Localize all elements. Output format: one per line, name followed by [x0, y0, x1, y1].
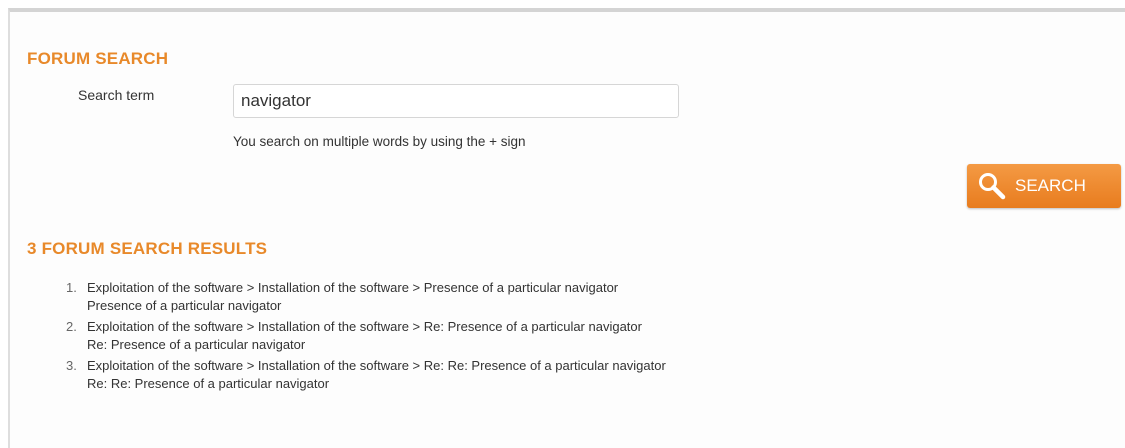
result-number: 1. [66, 280, 77, 295]
search-term-input[interactable] [233, 84, 679, 118]
result-number: 2. [66, 319, 77, 334]
result-subject: Re: Re: Presence of a particular navigat… [87, 375, 330, 391]
result-path-link[interactable]: Exploitation of the software > Installat… [87, 357, 666, 375]
forum-search-panel: FORUM SEARCH Search term You search on m… [8, 8, 1125, 448]
forum-search-title: FORUM SEARCH [27, 49, 169, 68]
result-path-link[interactable]: Exploitation of the software > Installat… [87, 318, 666, 336]
result-number: 3. [66, 358, 77, 373]
result-subject: Re: Presence of a particular navigator [87, 336, 306, 352]
search-result-item: 1. Exploitation of the software > Instal… [66, 279, 666, 314]
search-icon [979, 173, 1006, 200]
search-button-label: SEARCH [1015, 176, 1086, 195]
result-path-link[interactable]: Exploitation of the software > Installat… [87, 279, 666, 297]
search-hint: You search on multiple words by using th… [233, 134, 526, 149]
search-result-item: 2. Exploitation of the software > Instal… [66, 318, 666, 353]
result-subject: Presence of a particular navigator [87, 297, 282, 313]
search-results-title: 3 FORUM SEARCH RESULTS [27, 239, 268, 258]
search-term-label: Search term [78, 87, 155, 103]
search-results-list: 1. Exploitation of the software > Instal… [66, 279, 666, 396]
search-button[interactable]: SEARCH [967, 164, 1121, 208]
search-result-item: 3. Exploitation of the software > Instal… [66, 357, 666, 392]
